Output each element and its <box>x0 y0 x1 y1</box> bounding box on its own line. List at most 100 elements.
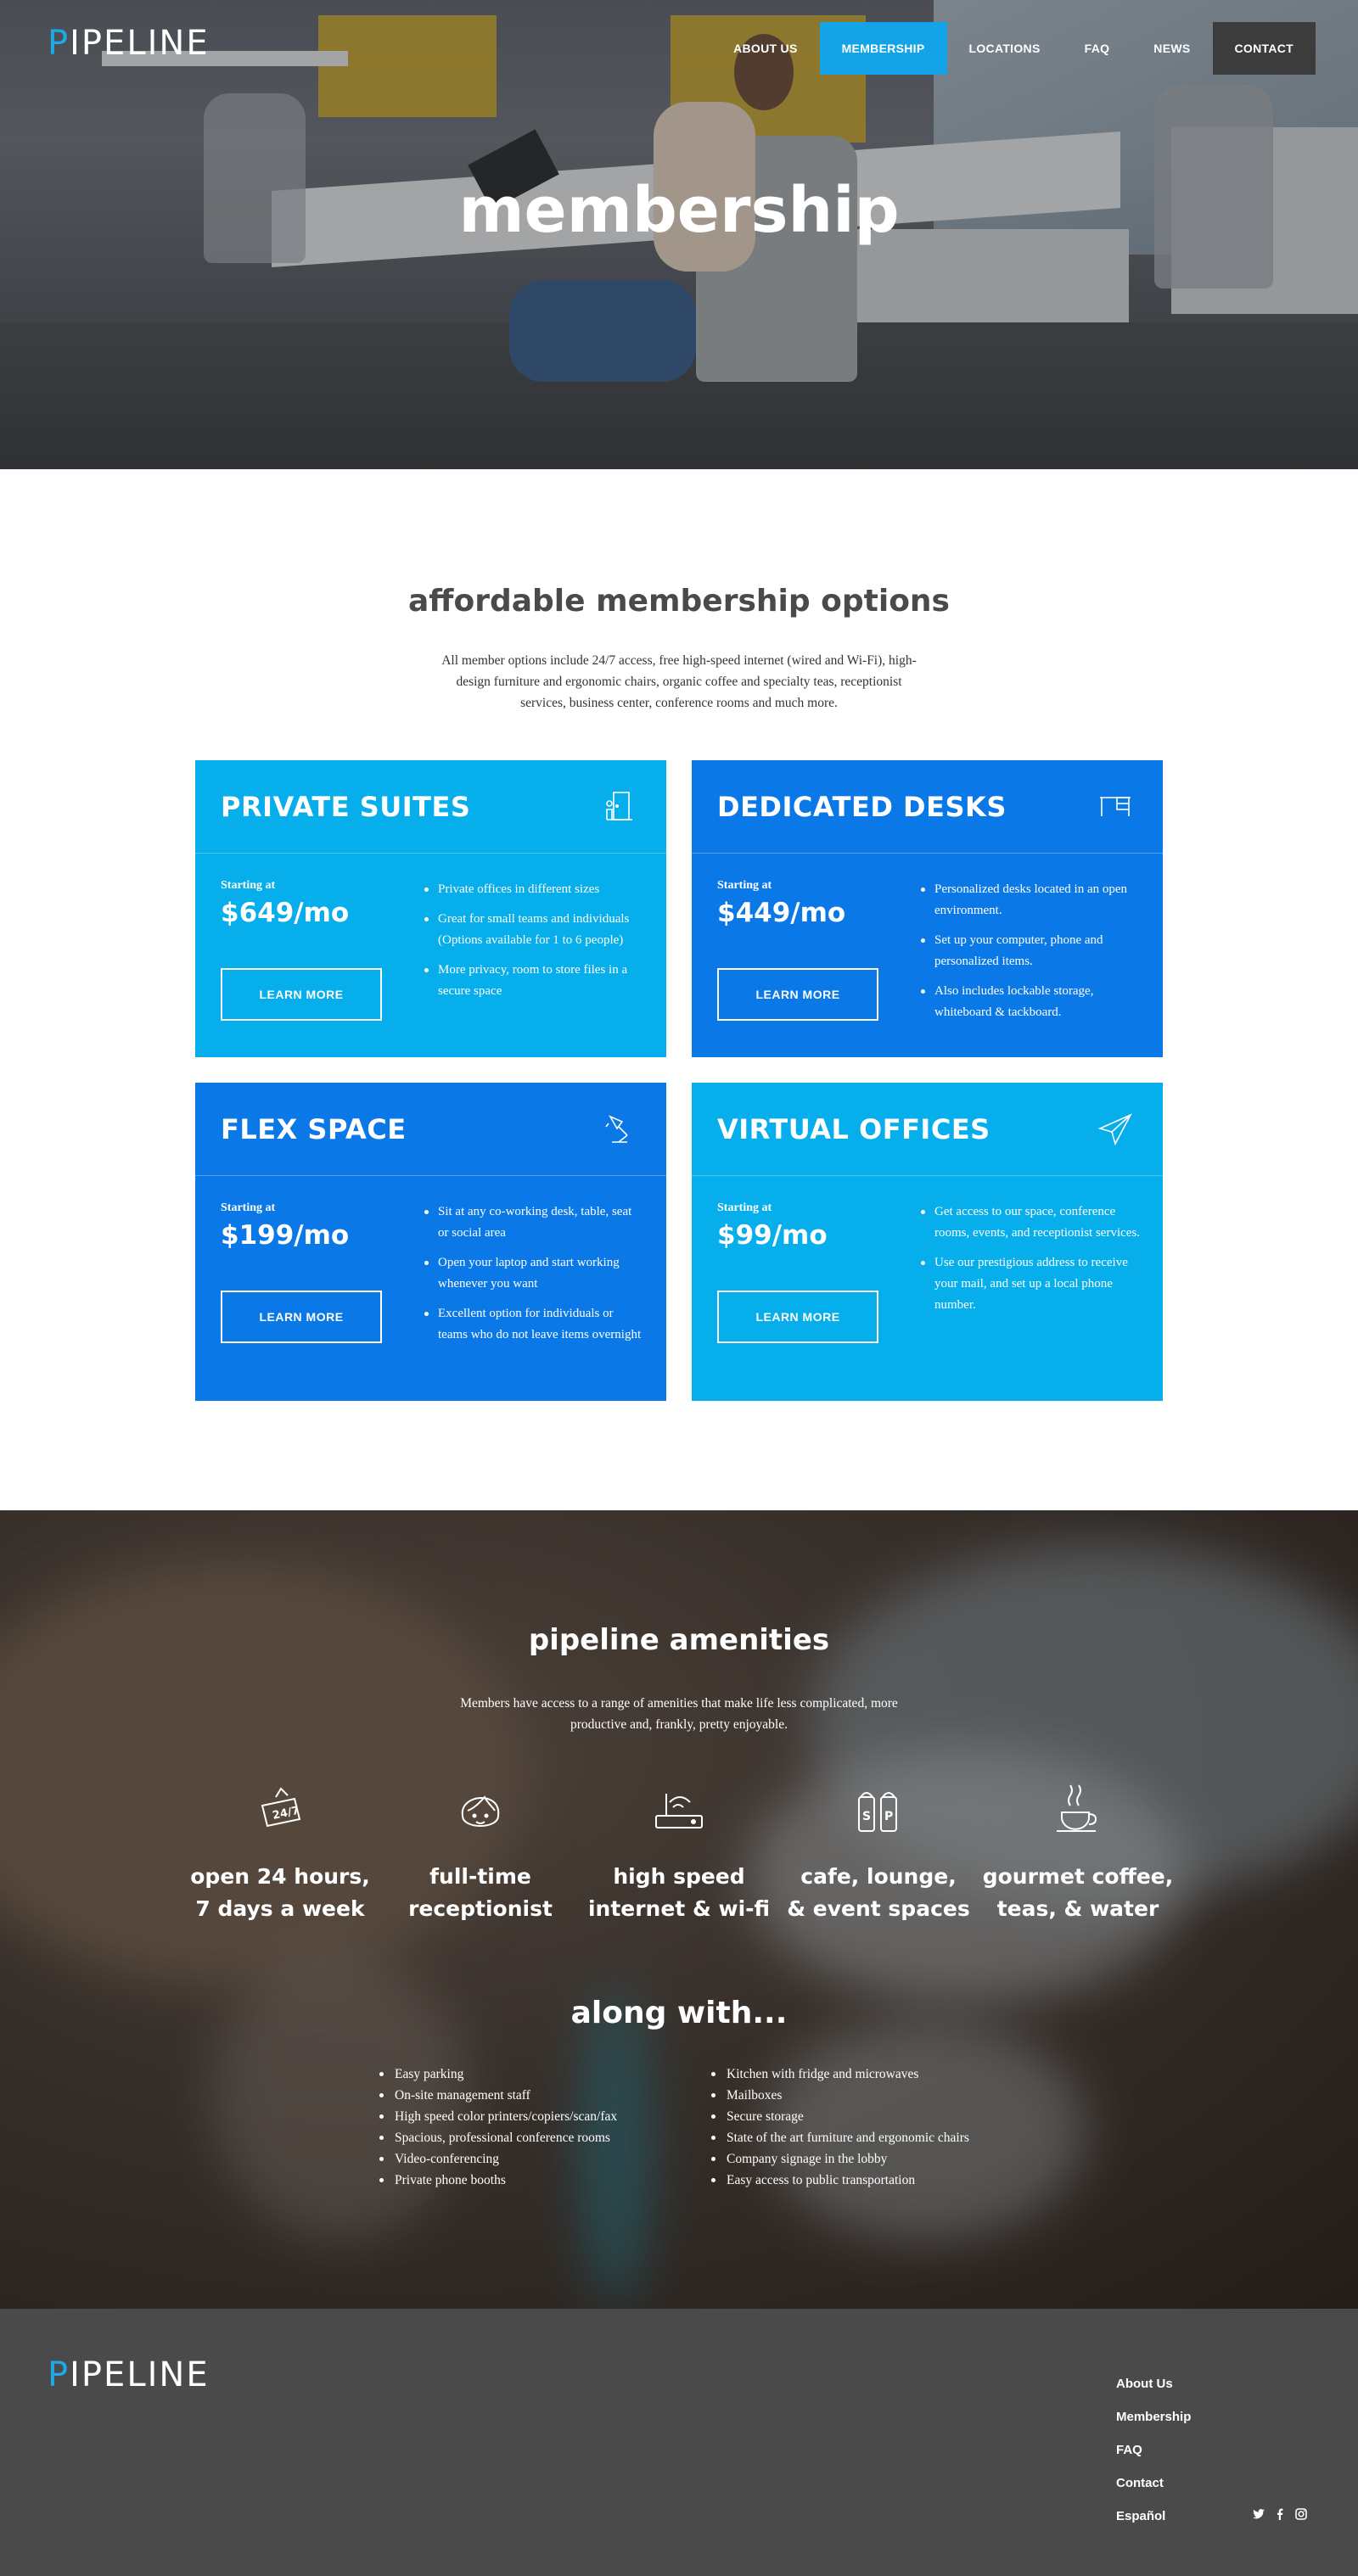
footer-link-about-us[interactable]: About Us <box>1116 2367 1191 2400</box>
plan-features: Private offices in different sizes Great… <box>423 879 645 1011</box>
plan-feature: More privacy, room to store files in a s… <box>423 960 645 1002</box>
plan-feature: Use our prestigious address to receive y… <box>919 1252 1142 1316</box>
logo-text: IPELINE <box>70 24 210 63</box>
amenity-coffee: gourmet coffee, teas, & water <box>976 1782 1180 1925</box>
list-item: Secure storage <box>710 2106 969 2127</box>
amenity-line-1: full-time <box>429 1864 531 1889</box>
footer-link-faq[interactable]: FAQ <box>1116 2433 1191 2467</box>
plan-card-flex-space: FLEX SPACE Starting at $199/mo LEARN MOR… <box>195 1083 666 1401</box>
amenity-internet: high speed internet & wi-fi <box>577 1782 781 1925</box>
learn-more-button[interactable]: LEARN MORE <box>717 968 878 1021</box>
footer-logo[interactable]: PIPELINE <box>48 2355 210 2394</box>
amenity-line-1: gourmet coffee, <box>982 1864 1174 1889</box>
amenity-line-2: teas, & water <box>996 1896 1159 1921</box>
amenity-line-2: internet & wi-fi <box>587 1896 771 1921</box>
plan-feature: Also includes lockable storage, whiteboa… <box>919 981 1142 1023</box>
coffee-cup-icon <box>1057 1784 1097 1832</box>
nav-contact[interactable]: CONTACT <box>1212 22 1316 75</box>
plan-title: FLEX SPACE <box>221 1113 407 1145</box>
amenity-cafe-lounge: SP cafe, lounge, & event spaces <box>777 1782 980 1925</box>
list-item: State of the art furniture and ergonomic… <box>710 2127 969 2148</box>
svg-text:S: S <box>862 1810 871 1823</box>
plan-price: $99/mo <box>717 1220 828 1251</box>
plan-feature: Sit at any co-working desk, table, seat … <box>423 1201 645 1244</box>
plan-feature: Get access to our space, conference room… <box>919 1201 1142 1244</box>
desk-icon <box>1100 797 1131 816</box>
plan-feature: Open your laptop and start working whene… <box>423 1252 645 1295</box>
plan-card-dedicated-desks: DEDICATED DESKS Starting at $449/mo LEAR… <box>692 760 1163 1057</box>
plan-feature: Set up your computer, phone and personal… <box>919 930 1142 972</box>
site-logo[interactable]: PIPELINE <box>48 24 210 63</box>
logo-letter: P <box>48 2355 70 2394</box>
starting-label: Starting at <box>717 879 772 892</box>
main-nav: ABOUT US MEMBERSHIP LOCATIONS FAQ NEWS C… <box>711 22 1316 75</box>
list-item: Spacious, professional conference rooms <box>378 2127 617 2148</box>
plan-price: $199/mo <box>221 1220 350 1251</box>
plan-card-header: FLEX SPACE <box>195 1083 666 1176</box>
footer-link-membership[interactable]: Membership <box>1116 2400 1191 2433</box>
list-item: Video-conferencing <box>378 2148 617 2170</box>
nav-faq[interactable]: FAQ <box>1063 22 1132 75</box>
plan-features: Personalized desks located in an open en… <box>919 879 1142 1032</box>
amenity-line-1: cafe, lounge, <box>800 1864 957 1889</box>
learn-more-button[interactable]: LEARN MORE <box>221 1291 382 1343</box>
list-item: Easy parking <box>378 2064 617 2085</box>
amenity-line-2: receptionist <box>408 1896 553 1921</box>
logo-text: IPELINE <box>70 2355 210 2394</box>
along-with-heading: along with... <box>570 1996 788 2030</box>
along-with-list-left: Easy parking On-site management staff Hi… <box>378 2064 617 2191</box>
plan-title: PRIVATE SUITES <box>221 791 471 823</box>
learn-more-button[interactable]: LEARN MORE <box>717 1291 878 1343</box>
nav-membership[interactable]: MEMBERSHIP <box>819 22 947 75</box>
instagram-icon[interactable] <box>1294 2507 1308 2521</box>
plan-title: DEDICATED DESKS <box>717 791 1007 823</box>
along-with-list-right: Kitchen with fridge and microwaves Mailb… <box>710 2064 969 2191</box>
list-item: Mailboxes <box>710 2085 969 2106</box>
router-icon <box>655 1794 703 1828</box>
list-item: High speed color printers/copiers/scan/f… <box>378 2106 617 2127</box>
plan-feature: Private offices in different sizes <box>423 879 645 900</box>
learn-more-button[interactable]: LEARN MORE <box>221 968 382 1021</box>
amenity-line-2: 7 days a week <box>195 1896 365 1921</box>
list-item: Easy access to public transportation <box>710 2170 969 2191</box>
list-item: Company signage in the lobby <box>710 2148 969 2170</box>
membership-intro: All member options include 24/7 access, … <box>441 653 917 710</box>
amenity-line-1: high speed <box>613 1864 745 1889</box>
starting-label: Starting at <box>221 879 276 892</box>
nav-locations[interactable]: LOCATIONS <box>947 22 1063 75</box>
list-item: On-site management staff <box>378 2085 617 2106</box>
facebook-icon[interactable] <box>1273 2507 1287 2521</box>
plan-feature: Personalized desks located in an open en… <box>919 879 1142 921</box>
amenity-line-2: & event spaces <box>787 1896 970 1921</box>
amenity-receptionist: full-time receptionist <box>379 1782 582 1925</box>
paper-plane-icon <box>1098 1113 1132 1145</box>
list-item: Kitchen with fridge and microwaves <box>710 2064 969 2085</box>
footer-nav: About Us Membership FAQ Contact Español <box>1116 2367 1191 2533</box>
logo-letter: P <box>48 24 70 63</box>
salt-pepper-icon: SP <box>858 1792 897 1832</box>
page-title: membership <box>458 174 900 247</box>
plan-feature: Great for small teams and individuals (O… <box>423 909 645 951</box>
starting-label: Starting at <box>717 1201 772 1214</box>
plan-title: VIRTUAL OFFICES <box>717 1113 990 1145</box>
membership-heading: affordable membership options <box>408 584 950 619</box>
amenities-subtitle: Members have access to a range of amenit… <box>460 1696 898 1732</box>
desk-lamp-icon <box>605 1115 628 1143</box>
24-7-sign-icon: 24/7 <box>261 1787 301 1828</box>
amenity-line-1: open 24 hours, <box>190 1864 370 1889</box>
plan-card-header: VIRTUAL OFFICES <box>692 1083 1163 1176</box>
twitter-icon[interactable] <box>1252 2507 1265 2521</box>
footer-link-contact[interactable]: Contact <box>1116 2467 1191 2500</box>
plan-features: Sit at any co-working desk, table, seat … <box>423 1201 645 1354</box>
nav-news[interactable]: NEWS <box>1131 22 1212 75</box>
plan-features: Get access to our space, conference room… <box>919 1201 1142 1324</box>
nav-about-us[interactable]: ABOUT US <box>711 22 820 75</box>
plan-feature: Excellent option for individuals or team… <box>423 1303 645 1346</box>
starting-label: Starting at <box>221 1201 276 1214</box>
plan-price: $649/mo <box>221 898 350 928</box>
receptionist-icon <box>461 1795 500 1827</box>
footer-link-espanol[interactable]: Español <box>1116 2500 1191 2533</box>
svg-text:P: P <box>884 1810 893 1823</box>
list-item: Private phone booths <box>378 2170 617 2191</box>
plan-card-header: PRIVATE SUITES <box>195 760 666 854</box>
